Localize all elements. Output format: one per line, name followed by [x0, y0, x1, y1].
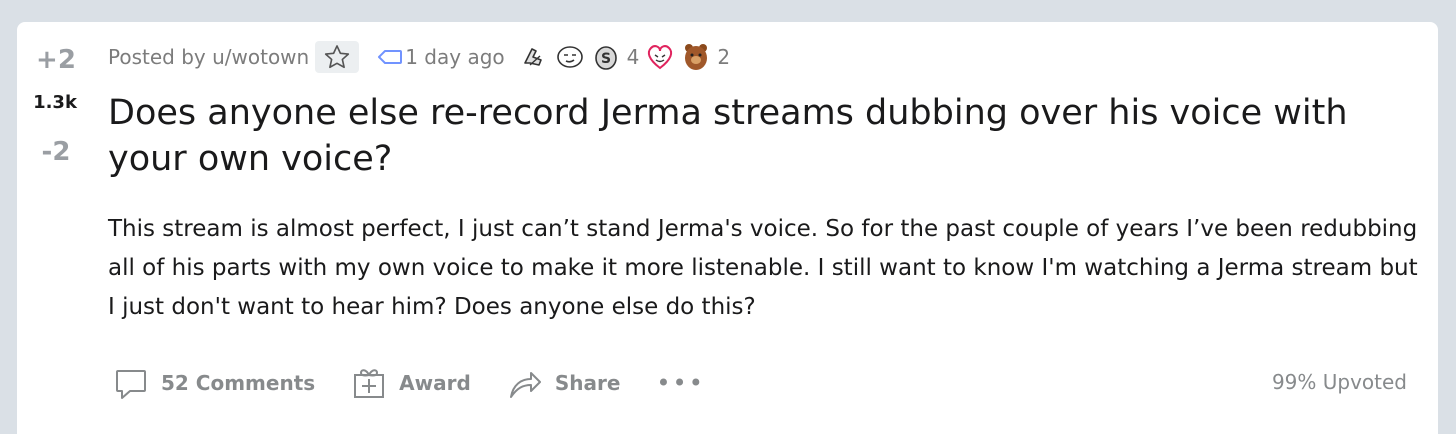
share-button[interactable]: Share	[507, 365, 621, 401]
post-body: This stream is almost perfect, I just ca…	[108, 216, 1418, 320]
vote-score: 1.3k	[33, 92, 77, 113]
follow-star-button[interactable]	[315, 41, 360, 73]
comment-icon	[116, 370, 146, 399]
more-options-button[interactable]: •••	[656, 369, 704, 397]
award-label: Award	[399, 371, 471, 395]
gift-icon	[354, 369, 385, 398]
post-meta: Posted by u/wotown 1 day ago S 4 2	[108, 40, 736, 74]
upvote-button[interactable]: +2	[33, 45, 79, 75]
star-icon	[325, 45, 350, 69]
upvoted-ratio: 99% Upvoted	[1271, 370, 1407, 394]
bear-award-count: 2	[717, 45, 731, 69]
post-actions: 52 Comments Award Share •••	[113, 362, 705, 404]
silver-award-count: 4	[626, 45, 640, 69]
heart-eyes-award-icon[interactable]	[645, 42, 675, 72]
share-label: Share	[554, 371, 621, 395]
post-time[interactable]: 1 day ago	[405, 45, 504, 69]
hands-award-icon[interactable]	[519, 42, 549, 72]
post-card[interactable]: +2 1.3k -2 Posted by u/wotown 1 day ago	[17, 22, 1438, 434]
awards-list[interactable]: S 4 2	[519, 42, 736, 72]
svg-text:S: S	[601, 51, 611, 67]
award-button[interactable]: Award	[351, 365, 471, 401]
bear-award-icon[interactable]	[681, 42, 711, 72]
downvote-button[interactable]: -2	[33, 137, 79, 167]
posted-by[interactable]: Posted by u/wotown	[108, 45, 309, 69]
face-award-icon[interactable]	[555, 42, 585, 72]
post-title[interactable]: Does anyone else re-record Jerma streams…	[108, 90, 1428, 182]
tag-icon	[377, 48, 403, 66]
share-icon	[509, 372, 541, 398]
silver-award-icon[interactable]: S	[591, 42, 621, 72]
comments-button[interactable]: 52 Comments	[113, 365, 315, 401]
comments-label: 52 Comments	[161, 371, 316, 395]
